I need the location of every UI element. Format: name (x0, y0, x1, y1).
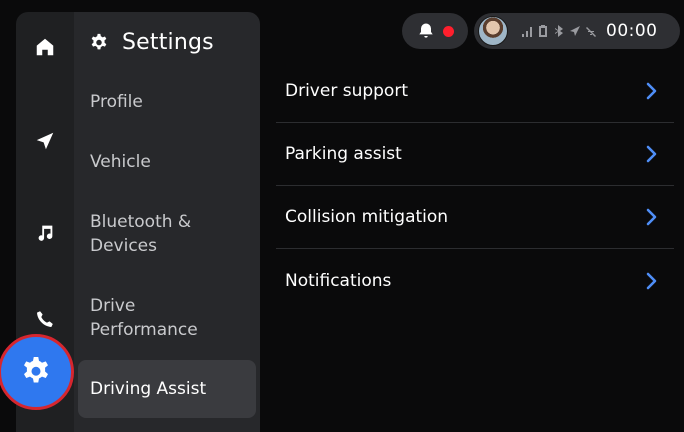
menu-item-vehicle[interactable]: Vehicle (78, 144, 256, 180)
menu-item-bluetooth-devices[interactable]: Bluetooth & Devices (78, 206, 228, 262)
alert-dot (443, 25, 454, 37)
chevron-right-icon (646, 82, 658, 100)
menu-item-driving-assist[interactable]: Driving Assist (78, 360, 256, 418)
settings-gear-icon (24, 357, 48, 383)
bluetooth-icon (555, 25, 563, 37)
row-label: Notifications (285, 270, 392, 291)
menu-item-profile[interactable]: Profile (78, 84, 256, 120)
driving-assist-list: Driver support Parking assist Collision … (276, 60, 674, 312)
signal-icon (522, 27, 532, 37)
system-icons (522, 25, 596, 37)
screen: Settings Profile Vehicle Bluetooth & Dev… (0, 0, 684, 432)
nav-home[interactable] (16, 22, 74, 72)
menu-item-drive-performance[interactable]: Drive Performance (78, 290, 228, 346)
settings-header: Settings (88, 30, 214, 55)
list-row-collision-mitigation[interactable]: Collision mitigation (276, 186, 674, 249)
battery-icon (539, 25, 547, 37)
settings-gear-icon (91, 33, 107, 49)
menu-item-label: Bluetooth & Devices (90, 212, 192, 256)
page-title: Settings (122, 30, 214, 55)
menu-item-label: Driving Assist (90, 379, 207, 399)
bell-icon (419, 23, 433, 38)
settings-menu: Settings Profile Vehicle Bluetooth & Dev… (74, 12, 260, 432)
menu-item-label: Vehicle (90, 152, 151, 172)
nav-navigation[interactable] (16, 116, 74, 166)
navigation-arrow-icon (36, 132, 54, 150)
music-note-icon (38, 225, 53, 241)
nav-media[interactable] (16, 208, 74, 258)
row-label: Driver support (285, 81, 408, 101)
list-row-driver-support[interactable]: Driver support (276, 60, 674, 123)
menu-item-label: Profile (90, 92, 143, 112)
location-icon (570, 26, 580, 36)
list-row-parking-assist[interactable]: Parking assist (276, 123, 674, 186)
chevron-right-icon (646, 208, 658, 226)
row-label: Parking assist (285, 144, 402, 164)
no-wifi-icon (586, 27, 596, 37)
chevron-right-icon (646, 272, 658, 290)
notification-pill[interactable] (402, 13, 468, 49)
list-row-notifications[interactable]: Notifications (276, 249, 674, 312)
avatar[interactable] (478, 16, 508, 46)
phone-icon (37, 311, 53, 327)
clock: 00:00 (606, 21, 658, 41)
home-icon (36, 38, 54, 56)
row-label: Collision mitigation (285, 207, 449, 227)
status-pill[interactable]: 00:00 (474, 13, 680, 49)
nav-settings[interactable] (0, 334, 74, 410)
chevron-right-icon (646, 145, 658, 163)
menu-item-label: Drive Performance (90, 296, 198, 340)
